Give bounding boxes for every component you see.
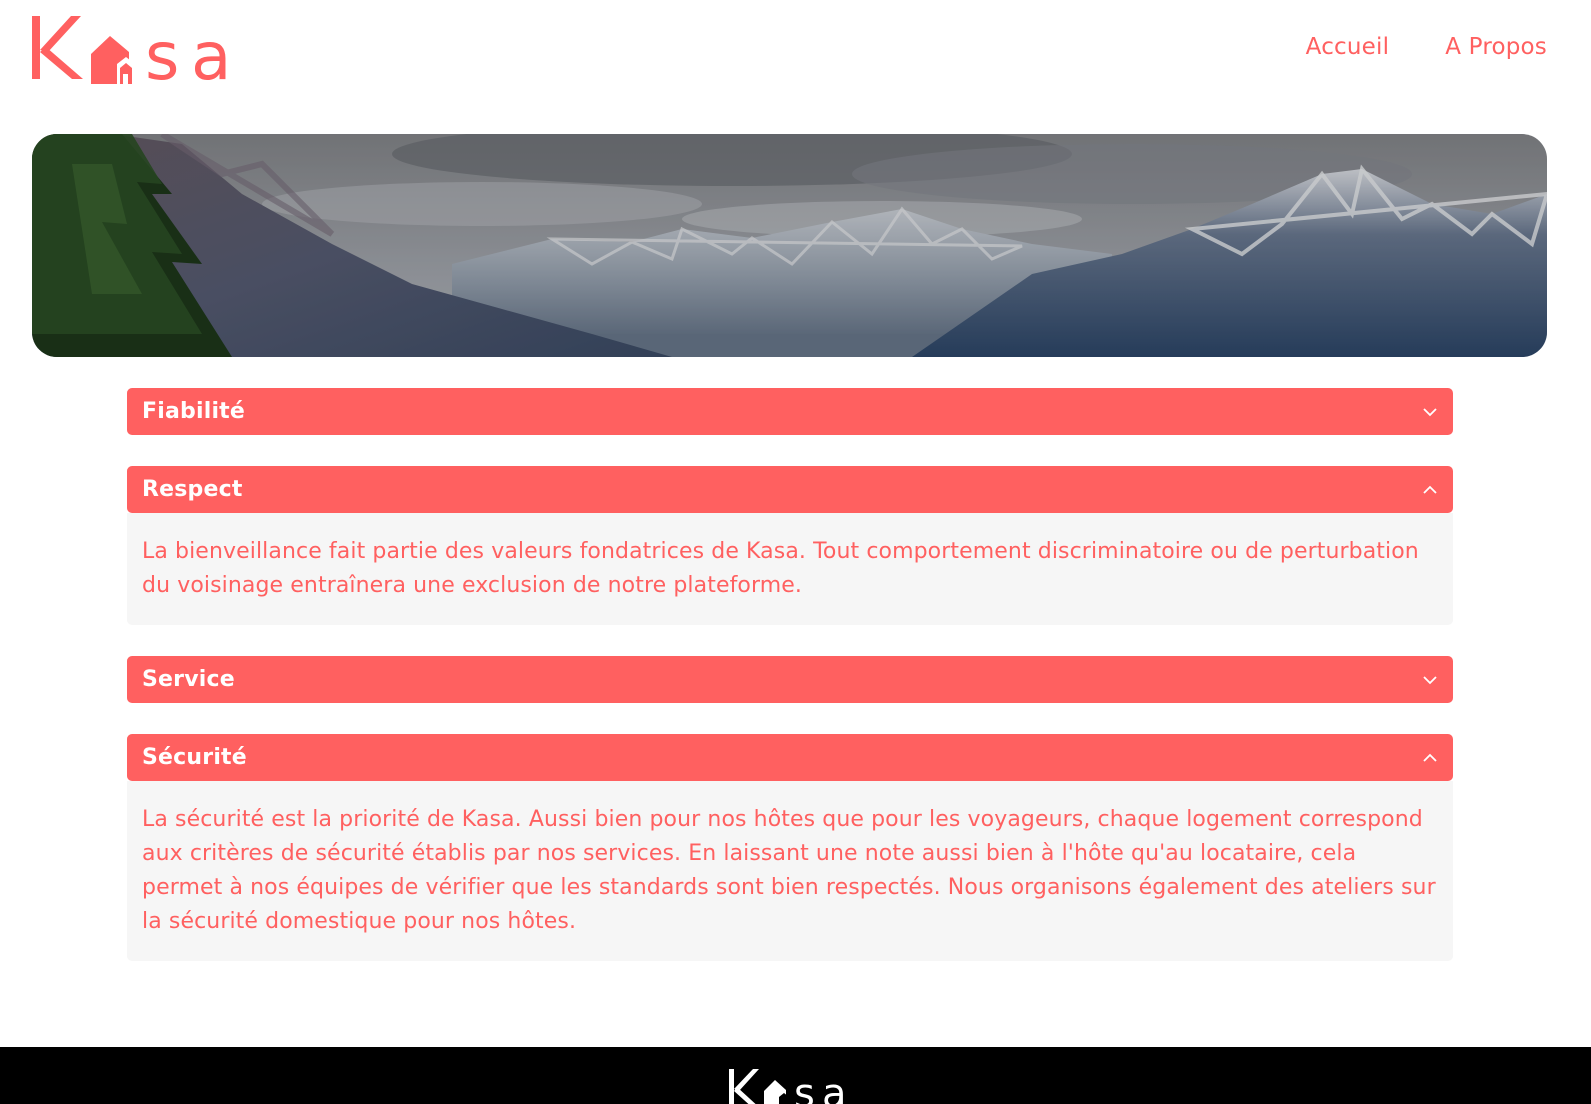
kasa-logo-white-icon: s a [729,1069,847,1104]
collapse-content: La sécurité est la priorité de Kasa. Aus… [127,781,1453,961]
collapse-title: Fiabilité [142,399,246,424]
collapse-header-fiabilite[interactable]: Fiabilité [127,388,1453,435]
svg-text:s: s [145,18,179,86]
mountain-landscape-image [32,134,1547,357]
chevron-up-icon[interactable] [1421,481,1439,499]
collapse-text: La bienveillance fait partie des valeurs… [142,539,1419,598]
kasa-logo-icon: s a [32,16,231,95]
chevron-down-icon[interactable] [1421,671,1439,689]
site-footer: s a [0,1047,1591,1104]
collapse-header-service[interactable]: Service [127,656,1453,703]
site-header: s a Accueil A Propos [0,0,1591,100]
banner-image [32,134,1547,357]
collapse-title: Respect [142,477,243,502]
collapse-text: La sécurité est la priorité de Kasa. Aus… [142,807,1436,934]
collapse-header-respect[interactable]: Respect [127,466,1453,513]
collapse-title: Sécurité [142,745,247,770]
chevron-up-icon[interactable] [1421,749,1439,767]
collapse-content: La bienveillance fait partie des valeurs… [127,513,1453,625]
collapse-title: Service [142,667,235,692]
collapse-service: Service [127,656,1453,703]
nav-link-accueil[interactable]: Accueil [1306,34,1390,60]
svg-text:a: a [191,18,231,86]
collapse-fiabilite: Fiabilité [127,388,1453,435]
collapse-respect: Respect La bienveillance fait partie des… [127,466,1453,625]
collapse-securite: Sécurité La sécurité est la priorité de … [127,734,1453,961]
kasa-logo[interactable]: s a [31,14,246,95]
svg-text:s: s [794,1071,815,1104]
nav-link-a-propos[interactable]: A Propos [1445,34,1547,60]
main-nav: Accueil A Propos [1306,34,1547,60]
collapse-header-securite[interactable]: Sécurité [127,734,1453,781]
svg-text:a: a [822,1071,847,1104]
chevron-down-icon[interactable] [1421,403,1439,421]
